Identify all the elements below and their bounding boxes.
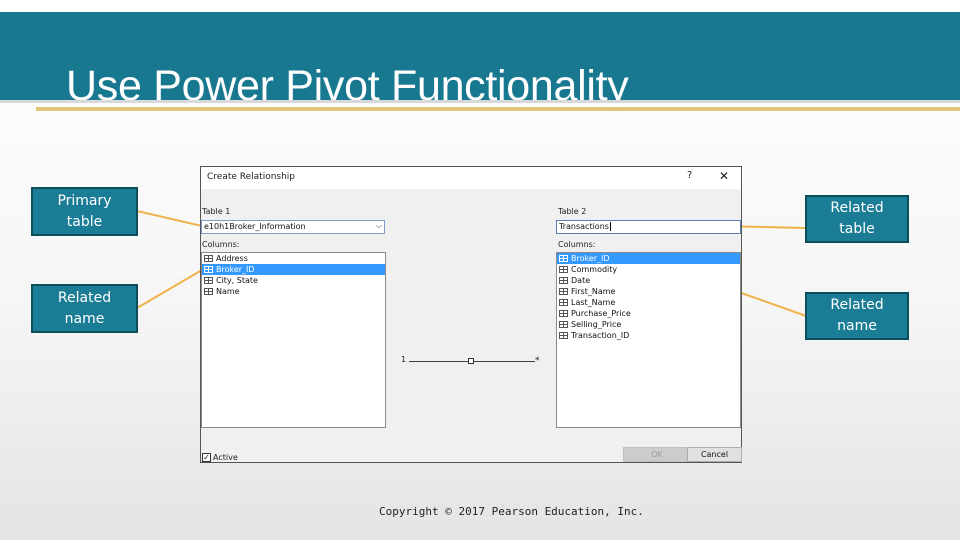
table-column-icon bbox=[559, 277, 568, 284]
column-name: Selling_Price bbox=[571, 320, 622, 329]
ok-button[interactable]: OK bbox=[623, 447, 691, 462]
table2-input[interactable]: Transactions bbox=[556, 220, 741, 234]
cardinality-many: * bbox=[535, 356, 540, 366]
callout-line: Related bbox=[830, 200, 884, 216]
list-item-selected[interactable]: Broker_ID bbox=[557, 253, 740, 264]
list-item[interactable]: Last_Name bbox=[557, 297, 740, 308]
dialog-body: Table 1 e10h1Broker_Information ⌵ Column… bbox=[201, 189, 742, 462]
list-item[interactable]: City, State bbox=[202, 275, 385, 286]
column-name: Address bbox=[216, 254, 248, 263]
column-name: City, State bbox=[216, 276, 258, 285]
table2-label: Table 2 bbox=[558, 207, 587, 216]
list-item[interactable]: Transaction_ID bbox=[557, 330, 740, 341]
table-column-icon bbox=[559, 266, 568, 273]
column-name: Date bbox=[571, 276, 591, 285]
column-name: Broker_ID bbox=[216, 265, 255, 274]
table-column-icon bbox=[559, 332, 568, 339]
column-name: Last_Name bbox=[571, 298, 616, 307]
callout-line: name bbox=[837, 318, 877, 334]
create-relationship-dialog: Create Relationship ? ✕ Table 1 e10h1Bro… bbox=[200, 166, 742, 463]
list-item[interactable]: Name bbox=[202, 286, 385, 297]
list-item[interactable]: Purchase_Price bbox=[557, 308, 740, 319]
callout-line: Related bbox=[57, 289, 112, 306]
table1-value: e10h1Broker_Information bbox=[204, 222, 306, 231]
dialog-title: Create Relationship bbox=[207, 172, 296, 182]
table2-value: Transactions bbox=[559, 222, 609, 231]
cardinality-one: 1 bbox=[401, 355, 407, 364]
close-icon[interactable]: ✕ bbox=[719, 169, 729, 183]
callout-line: name bbox=[64, 310, 105, 327]
leader-related-name-left bbox=[136, 269, 203, 309]
table1-dropdown[interactable]: e10h1Broker_Information ⌵ bbox=[201, 220, 385, 234]
callout-line: Related bbox=[830, 297, 884, 313]
table2-columns-list[interactable]: Broker_ID Commodity Date First_Name Last… bbox=[556, 252, 741, 428]
active-checkbox[interactable]: ✓ bbox=[202, 453, 211, 462]
column-name: Commodity bbox=[571, 265, 618, 274]
table-column-icon bbox=[204, 266, 213, 273]
table-column-icon bbox=[559, 299, 568, 306]
table1-columns-label: Columns: bbox=[202, 240, 240, 249]
active-label: Active bbox=[213, 453, 238, 462]
list-item[interactable]: First_Name bbox=[557, 286, 740, 297]
list-item[interactable]: Address bbox=[202, 253, 385, 264]
callout-related-table: Related table bbox=[805, 195, 909, 243]
callout-line: table bbox=[66, 213, 103, 230]
table2-columns-label: Columns: bbox=[558, 240, 596, 249]
column-name: Broker_ID bbox=[571, 254, 610, 263]
text-cursor bbox=[609, 222, 611, 231]
relationship-node-icon bbox=[468, 358, 474, 364]
column-name: First_Name bbox=[571, 287, 616, 296]
column-name: Purchase_Price bbox=[571, 309, 631, 318]
table-column-icon bbox=[559, 321, 568, 328]
table-column-icon bbox=[204, 255, 213, 262]
callout-related-name-left: Related name bbox=[31, 284, 138, 333]
callout-line: Primary bbox=[57, 192, 112, 209]
table-column-icon bbox=[559, 288, 568, 295]
help-icon[interactable]: ? bbox=[687, 170, 692, 181]
leader-primary-table bbox=[136, 210, 203, 227]
list-item-selected[interactable]: Broker_ID bbox=[202, 264, 385, 275]
callout-related-name-right: Related name bbox=[805, 292, 909, 340]
column-name: Transaction_ID bbox=[571, 331, 630, 340]
chevron-down-icon[interactable]: ⌵ bbox=[376, 221, 382, 231]
table-column-icon bbox=[204, 277, 213, 284]
table1-label: Table 1 bbox=[202, 207, 231, 216]
callout-primary-table: Primary table bbox=[31, 187, 138, 236]
list-item[interactable]: Commodity bbox=[557, 264, 740, 275]
list-item[interactable]: Selling_Price bbox=[557, 319, 740, 330]
copyright-footer: Copyright © 2017 Pearson Education, Inc. bbox=[379, 505, 644, 518]
column-name: Name bbox=[216, 287, 240, 296]
list-item[interactable]: Date bbox=[557, 275, 740, 286]
cancel-button[interactable]: Cancel bbox=[687, 447, 742, 462]
table-column-icon bbox=[559, 310, 568, 317]
table1-columns-list[interactable]: Address Broker_ID City, State Name bbox=[201, 252, 386, 428]
callout-line: table bbox=[839, 221, 875, 237]
table-column-icon bbox=[204, 288, 213, 295]
table-column-icon bbox=[559, 255, 568, 262]
